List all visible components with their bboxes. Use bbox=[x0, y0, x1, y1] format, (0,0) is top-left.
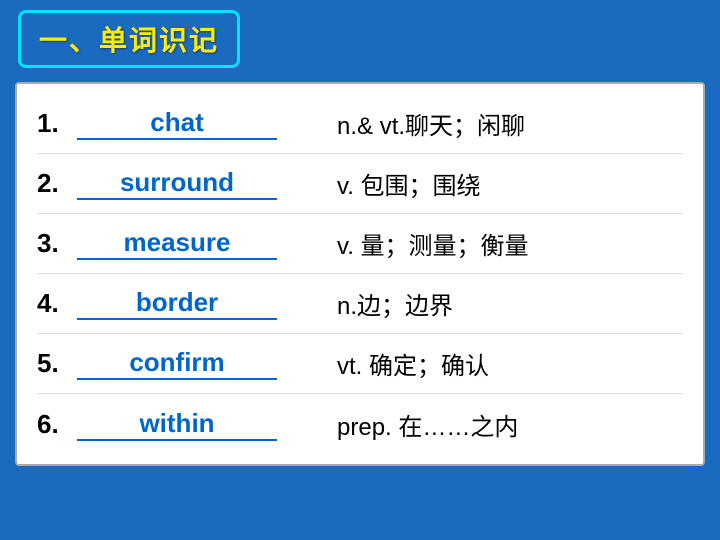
vocab-word: surround bbox=[77, 167, 277, 200]
title-box: 一、单词识记 bbox=[18, 10, 240, 68]
num-word-container: 2.surround bbox=[37, 167, 337, 200]
num-word-container: 4.border bbox=[37, 287, 337, 320]
vocab-number: 2. bbox=[37, 168, 73, 199]
vocab-word: measure bbox=[77, 227, 277, 260]
vocab-definition: vt. 确定；确认 bbox=[337, 346, 683, 381]
vocab-number: 6. bbox=[37, 409, 73, 440]
num-word-container: 3.measure bbox=[37, 227, 337, 260]
vocab-card: 1.chatn.& vt.聊天；闲聊2.surroundv. 包围；围绕3.me… bbox=[15, 82, 705, 466]
vocab-number: 5. bbox=[37, 348, 73, 379]
num-word-container: 6.within bbox=[37, 408, 337, 441]
table-row: 4.bordern.边；边界 bbox=[37, 274, 683, 334]
vocab-definition: v. 量；测量；衡量 bbox=[337, 226, 683, 261]
table-row: 5.confirmvt. 确定；确认 bbox=[37, 334, 683, 394]
vocab-definition: v. 包围；围绕 bbox=[337, 166, 683, 201]
vocab-number: 3. bbox=[37, 228, 73, 259]
table-row: 1.chatn.& vt.聊天；闲聊 bbox=[37, 94, 683, 154]
vocab-word: confirm bbox=[77, 347, 277, 380]
vocab-number: 1. bbox=[37, 108, 73, 139]
page-title: 一、单词识记 bbox=[39, 25, 219, 56]
num-word-container: 5.confirm bbox=[37, 347, 337, 380]
table-row: 6.withinprep. 在……之内 bbox=[37, 394, 683, 454]
vocab-word: within bbox=[77, 408, 277, 441]
vocab-definition: prep. 在……之内 bbox=[337, 407, 683, 442]
vocab-definition: n.& vt.聊天；闲聊 bbox=[337, 106, 683, 141]
vocab-definition: n.边；边界 bbox=[337, 286, 683, 321]
vocab-word: border bbox=[77, 287, 277, 320]
num-word-container: 1.chat bbox=[37, 107, 337, 140]
table-row: 2.surroundv. 包围；围绕 bbox=[37, 154, 683, 214]
vocab-number: 4. bbox=[37, 288, 73, 319]
table-row: 3.measurev. 量；测量；衡量 bbox=[37, 214, 683, 274]
vocab-word: chat bbox=[77, 107, 277, 140]
